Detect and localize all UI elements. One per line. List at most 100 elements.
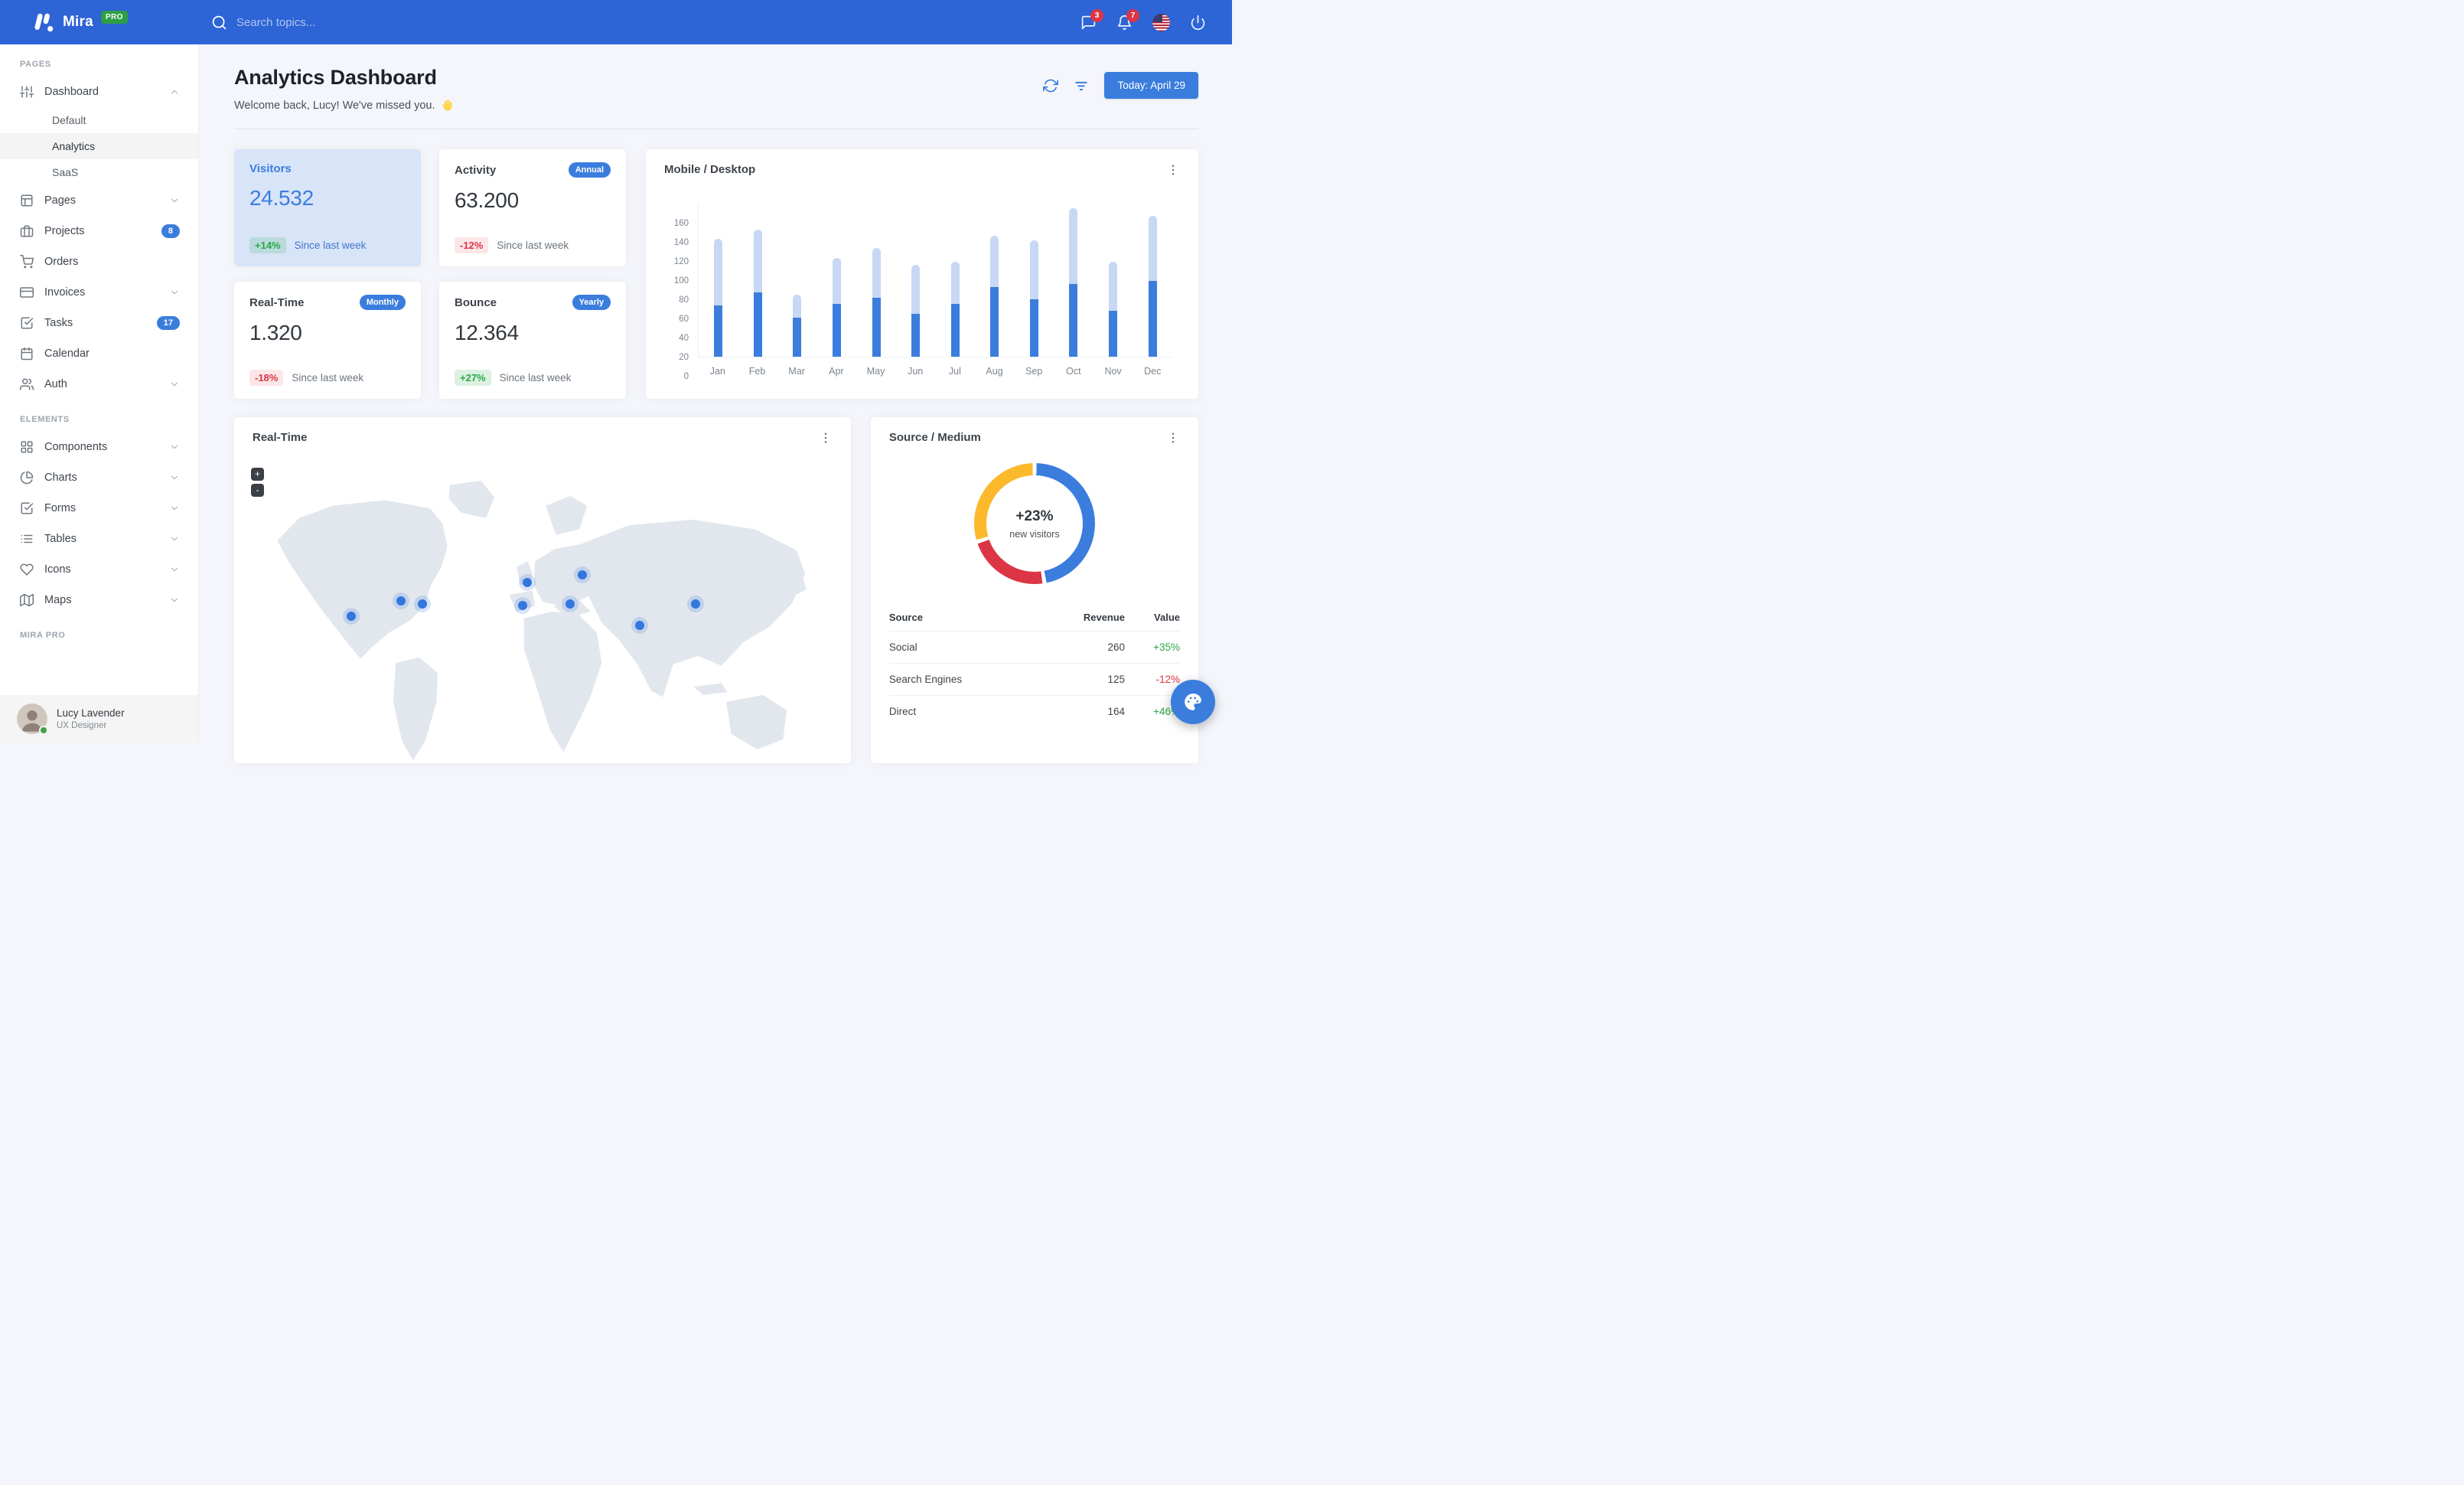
sidebar-item-tables[interactable]: Tables <box>0 524 198 554</box>
sidebar-item-auth[interactable]: Auth <box>0 369 198 400</box>
revenue-cell: 260 <box>1039 631 1126 664</box>
sidebar-item-maps[interactable]: Maps <box>0 585 198 615</box>
chevron-down-icon <box>171 290 178 295</box>
y-axis-tick: 100 <box>673 276 689 286</box>
bar-oct <box>1054 208 1093 357</box>
y-axis-tick: 60 <box>679 315 689 324</box>
delta-badge: -18% <box>249 370 284 386</box>
sidebar-item-label: Invoices <box>44 286 86 299</box>
x-axis-label: Sep <box>1025 366 1043 377</box>
sidebar-item-tasks[interactable]: Tasks 17 <box>0 308 198 338</box>
x-axis-label: Nov <box>1104 366 1122 377</box>
map-marker <box>417 599 427 609</box>
messages-button[interactable]: 3 <box>1080 8 1103 31</box>
stat-card-note: Since last week <box>294 240 367 251</box>
revenue-cell: 164 <box>1039 695 1126 727</box>
sidebar-item-invoices[interactable]: Invoices <box>0 277 198 308</box>
x-axis-label: Dec <box>1144 366 1162 377</box>
map-marker <box>578 570 588 579</box>
notifications-button[interactable]: 7 <box>1116 8 1139 31</box>
stat-card-note: Since last week <box>292 372 364 383</box>
delta-badge: -12% <box>455 237 489 253</box>
map-marker <box>635 621 645 630</box>
x-axis-label: Jul <box>948 366 961 377</box>
grid-icon <box>21 441 33 453</box>
x-axis-label: May <box>866 366 885 377</box>
filter-button[interactable] <box>1074 78 1089 93</box>
sidebar: Pages Dashboard Default Analytics SaaS Pages P… <box>0 44 199 742</box>
more-options-button[interactable] <box>1166 431 1180 445</box>
sidebar-item-label: Forms <box>44 502 77 514</box>
sidebar-item-analytics[interactable]: Analytics <box>0 133 198 159</box>
sidebar-user[interactable]: Lucy Lavender UX Designer <box>0 695 198 742</box>
welcome-text: Welcome back, Lucy! We've missed you. <box>234 99 435 112</box>
more-options-button[interactable] <box>819 431 833 445</box>
sidebar-section-label-pages: Pages <box>20 60 51 69</box>
flag-canton <box>1152 13 1162 22</box>
value-cell: -12% <box>1125 663 1180 696</box>
chart-title: Mobile / Desktop <box>664 163 756 176</box>
source-cell: Social <box>888 631 1040 664</box>
filter-icon <box>1075 81 1088 90</box>
donut-center-value: +23% <box>1015 508 1054 524</box>
column-header: Value <box>1154 612 1180 623</box>
search-input[interactable] <box>236 15 420 29</box>
sidebar-item-pages[interactable]: Pages <box>0 185 198 216</box>
more-vertical-icon <box>1172 432 1175 443</box>
map-icon <box>20 593 34 607</box>
period-badge: Annual <box>568 162 611 178</box>
sidebar-section-label-elements: Elements <box>20 415 70 424</box>
refresh-icon <box>1043 79 1059 92</box>
sign-out-button[interactable] <box>1190 15 1206 31</box>
sidebar-item-label: Components <box>44 441 108 453</box>
theme-settings-button[interactable] <box>1171 680 1215 724</box>
sidebar-item-label: Icons <box>44 563 71 576</box>
date-button[interactable]: Today: April 29 <box>1104 72 1198 99</box>
mobile-desktop-chart-card: Mobile / Desktop 0 20 40 60 80 100 120 140 160 J… <box>646 149 1198 399</box>
count-badge: 17 <box>156 316 180 330</box>
sidebar-item-dashboard[interactable]: Dashboard <box>0 77 198 107</box>
chevron-down-icon <box>171 382 178 387</box>
language-flag-us[interactable] <box>1152 13 1170 31</box>
bar-feb <box>738 229 778 357</box>
sidebar-item-default[interactable]: Default <box>0 107 198 133</box>
x-axis-label: Aug <box>986 366 1003 377</box>
stat-card-activity: Activity Annual 63.200 -12% Since last week <box>439 149 626 266</box>
sidebar-item-charts[interactable]: Charts <box>0 462 198 493</box>
sliders-icon <box>20 86 34 98</box>
source-cell: Direct <box>888 695 1040 727</box>
sidebar-item-orders[interactable]: Orders <box>0 246 198 277</box>
refresh-button[interactable] <box>1043 78 1059 93</box>
x-axis-label: Oct <box>1066 366 1081 377</box>
brand-name: Mira <box>63 14 93 30</box>
bar-aug <box>975 236 1015 357</box>
world-map[interactable]: + - <box>234 457 851 763</box>
stat-card-value: 63.200 <box>455 188 519 212</box>
chevron-down-icon <box>171 445 178 449</box>
sidebar-item-icons[interactable]: Icons <box>0 554 198 585</box>
x-axis-label: Jun <box>908 366 924 377</box>
mira-logo-icon <box>34 13 54 31</box>
page-title: Analytics Dashboard <box>234 66 437 89</box>
sidebar-item-projects[interactable]: Projects 8 <box>0 216 198 246</box>
sidebar-item-saas[interactable]: SaaS <box>0 159 198 185</box>
more-options-button[interactable] <box>1166 163 1180 177</box>
navbar-actions: 3 7 <box>1080 8 1232 31</box>
sidebar-item-forms[interactable]: Forms <box>0 493 198 524</box>
y-axis-tick: 20 <box>679 353 689 362</box>
map-zoom-in-button[interactable]: + <box>251 468 264 481</box>
pro-badge: PRO <box>100 10 128 24</box>
stat-card-bounce: Bounce Yearly 12.364 +27% Since last week <box>439 282 626 399</box>
value-cell: +35% <box>1125 631 1180 664</box>
map-zoom-out-button[interactable]: - <box>251 484 264 497</box>
sidebar-item-calendar[interactable]: Calendar <box>0 338 198 369</box>
bar-sep <box>1015 240 1054 357</box>
main-content: Analytics Dashboard Welcome back, Lucy! … <box>199 44 1232 763</box>
sidebar-item-components[interactable]: Components <box>0 432 198 462</box>
more-vertical-icon <box>1172 165 1175 175</box>
credit-card-icon <box>20 287 34 298</box>
bar-chart-plot: 0 20 40 60 80 100 120 140 160 <box>674 204 1172 381</box>
sidebar-item-label: Tasks <box>44 317 73 329</box>
brand-logo[interactable]: Mira PRO <box>0 10 199 33</box>
stat-card-note: Since last week <box>499 372 572 383</box>
